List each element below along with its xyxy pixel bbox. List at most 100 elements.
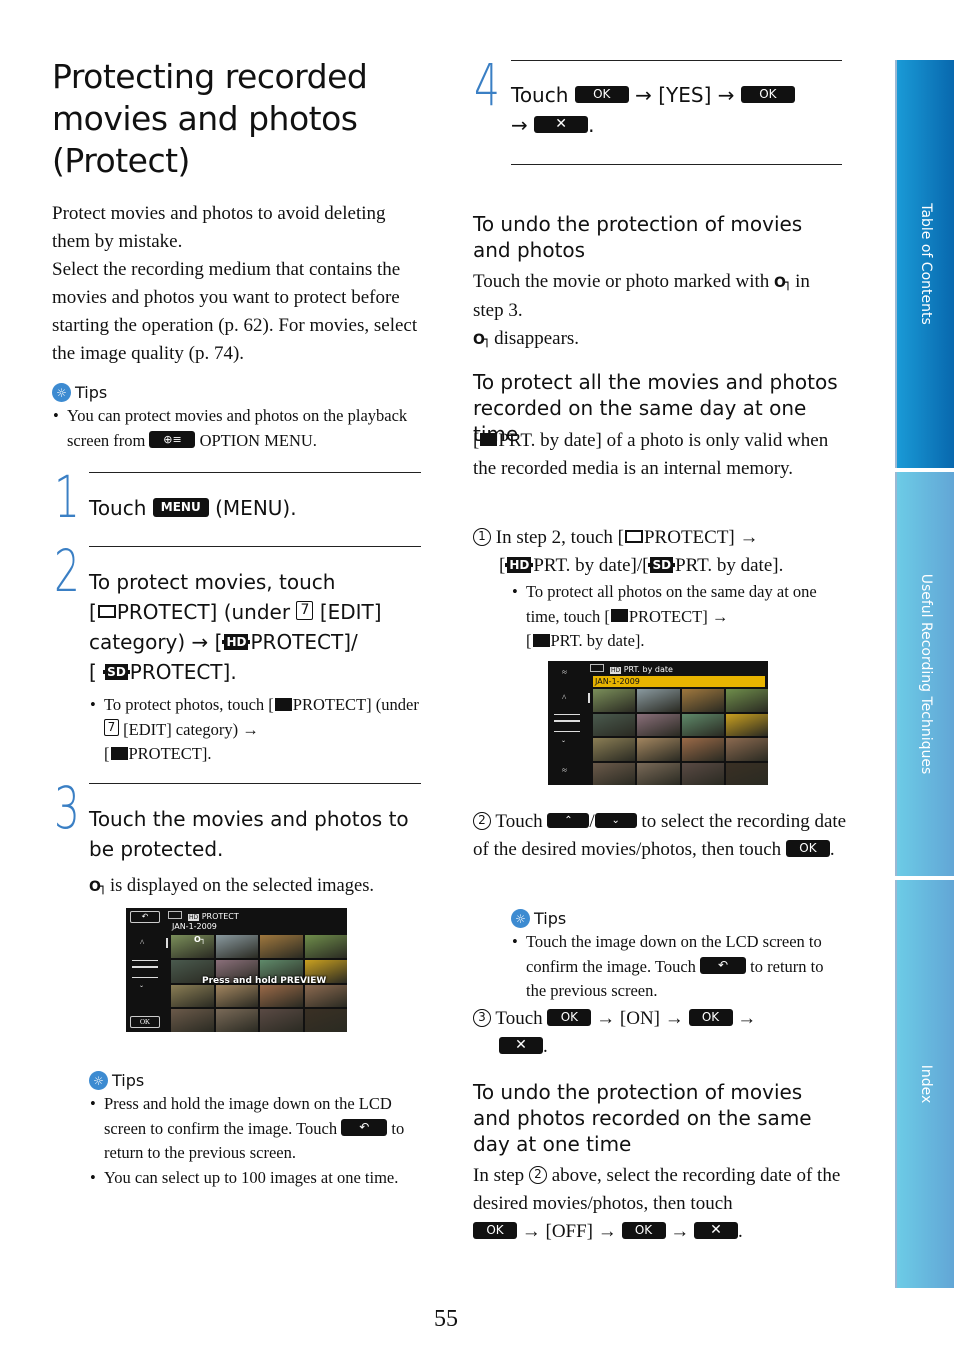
tab-index[interactable]: Index <box>895 880 954 1288</box>
thumbnail[interactable] <box>171 984 214 1008</box>
edit-category-icon: 7 <box>104 719 119 737</box>
thumbnail[interactable] <box>725 689 768 712</box>
substep-line: [HD PRT. by date]/[SD PRT. by date]. <box>499 552 848 580</box>
hd-icon: HD <box>505 556 534 573</box>
lcd-date: JAN-1-2009 <box>172 922 217 931</box>
lcd-sidebar: ≈ ^ ˇ ≈ <box>548 661 588 785</box>
key-icon: O┐ <box>473 332 491 348</box>
thumbnail[interactable] <box>215 935 258 958</box>
thumbnail[interactable] <box>593 738 636 761</box>
thumbnail[interactable] <box>260 984 303 1008</box>
lcd-header: HD PRT. by date <box>590 664 673 674</box>
scroll-down-icon[interactable]: ˇ <box>562 739 565 749</box>
undo-all-text: In step 2 above, select the recording da… <box>473 1165 841 1242</box>
thumbnail[interactable] <box>304 1009 347 1032</box>
close-button-icon: ✕ <box>694 1222 739 1240</box>
thumbnail[interactable] <box>637 713 680 736</box>
page-down-icon[interactable]: ≈ <box>562 765 567 775</box>
scroll-up-icon[interactable]: ^ <box>562 693 566 703</box>
back-button-icon: ↶ <box>700 957 747 975</box>
substep-3: 3 Touch OK → [ON] → OK → ✕. <box>473 1005 848 1061</box>
step-text: [EDIT] <box>319 600 382 624</box>
list-view-icon[interactable] <box>132 960 158 978</box>
thumbnail[interactable] <box>215 1009 258 1032</box>
step-text: → [YES] → <box>635 83 735 107</box>
arrow: → <box>737 1008 757 1029</box>
ok-button-icon: OK <box>547 1009 592 1027</box>
step-text: Touch <box>511 83 569 107</box>
substep-1: 1 In step 2, touch [PROTECT] → [HD PRT. b… <box>473 524 848 580</box>
thumbnail[interactable] <box>725 738 768 761</box>
thumbnail[interactable] <box>725 762 768 785</box>
thumbnail[interactable] <box>637 738 680 761</box>
lcd-screen-protect: ↶ ^ ˇ OK HD PROTECT JAN-1-2009 Press and… <box>126 908 347 1032</box>
body-text: Touch <box>495 1008 543 1029</box>
page-down-button-icon: ⌄ <box>594 813 637 829</box>
scroll-up-icon[interactable]: ^ <box>140 938 144 948</box>
ok-button[interactable]: OK <box>130 1016 160 1028</box>
thumbnail[interactable] <box>260 935 303 958</box>
sub-text: PRT. by date]. <box>550 631 645 650</box>
thumbnail[interactable] <box>171 1009 214 1032</box>
tab-label: Index <box>917 1064 934 1104</box>
menu-button-icon: MENU <box>152 498 209 517</box>
tips-header: ☼ Tips <box>52 383 427 402</box>
sub-text: PROTECT]. <box>128 744 212 763</box>
tab-table-of-contents[interactable]: Table of Contents <box>895 60 954 468</box>
thumbnail[interactable] <box>681 738 724 761</box>
step-number: 3 <box>54 774 80 842</box>
ok-button-icon: OK <box>473 1222 517 1240</box>
divider <box>511 164 842 165</box>
divider <box>89 546 421 547</box>
thumbnail[interactable] <box>637 689 680 712</box>
thumbnail[interactable] <box>260 1009 303 1032</box>
thumbnail[interactable] <box>171 935 214 958</box>
body-text: disappears. <box>494 328 580 349</box>
sub-text: [EDIT] category) → <box>123 719 259 739</box>
thumbnail[interactable] <box>681 762 724 785</box>
substep-2: 2 Touch ⌃ / ⌄ to select the recording date… <box>473 811 847 860</box>
tips-item: • You can select up to 100 images at one… <box>90 1166 424 1191</box>
list-view-icon[interactable] <box>554 714 580 732</box>
bullet: • <box>90 695 96 714</box>
thumbnail[interactable] <box>304 935 347 958</box>
tips-label: Tips <box>534 909 567 928</box>
step-3-note: O┐ is displayed on the selected images. <box>89 872 429 901</box>
slash: / <box>589 811 595 832</box>
sub-text: PROTECT] <box>292 695 372 714</box>
lcd-date-bar[interactable]: JAN-1-2009 <box>593 676 765 687</box>
thumbnail[interactable] <box>681 689 724 712</box>
thumbnail[interactable] <box>593 762 636 785</box>
undo-text: Touch the movie or photo marked with O┐ … <box>473 268 843 354</box>
page-title: Protecting recorded movies and photos (P… <box>52 57 368 180</box>
ok-button-icon: OK <box>621 1222 666 1240</box>
step-2-sub: • To protect photos, touch [PROTECT] (un… <box>90 693 424 767</box>
body-text: PRT. by date] of a photo is only valid w… <box>473 430 829 479</box>
step-number: 2 <box>54 537 80 605</box>
page-number: 55 <box>434 1306 458 1332</box>
scroll-down-icon[interactable]: ˇ <box>140 984 143 994</box>
thumbnail[interactable] <box>593 713 636 736</box>
body-text: PRT. by date]. <box>675 555 784 576</box>
page-up-icon[interactable]: ≈ <box>562 667 567 677</box>
sub-text: PROTECT] → <box>628 606 729 626</box>
lcd-title: PRT. by date <box>623 665 673 674</box>
thumbnail[interactable] <box>215 984 258 1008</box>
back-button[interactable]: ↶ <box>130 911 160 923</box>
section-heading: To undo the protection of movies and pho… <box>473 212 803 262</box>
body-text: In step <box>473 1165 525 1186</box>
thumbnail[interactable] <box>725 713 768 736</box>
lightbulb-icon: ☼ <box>89 1071 108 1090</box>
circled-number: 2 <box>473 811 491 830</box>
bracket: [ <box>526 631 532 650</box>
section-heading: To undo the protection of movies and pho… <box>473 1080 812 1156</box>
intro-paragraph-2: Select the recording medium that contain… <box>52 259 418 364</box>
thumbnail[interactable] <box>637 762 680 785</box>
thumbnail[interactable] <box>681 713 724 736</box>
key-icon: O┐ <box>89 879 107 895</box>
tab-useful-recording-techniques[interactable]: Useful Recording Techniques <box>895 472 954 876</box>
tips-header: ☼ Tips <box>511 909 841 928</box>
thumbnail[interactable] <box>593 689 636 712</box>
thumbnail[interactable] <box>304 984 347 1008</box>
protect-all-note: [PRT. by date] of a photo is only valid … <box>473 427 833 483</box>
